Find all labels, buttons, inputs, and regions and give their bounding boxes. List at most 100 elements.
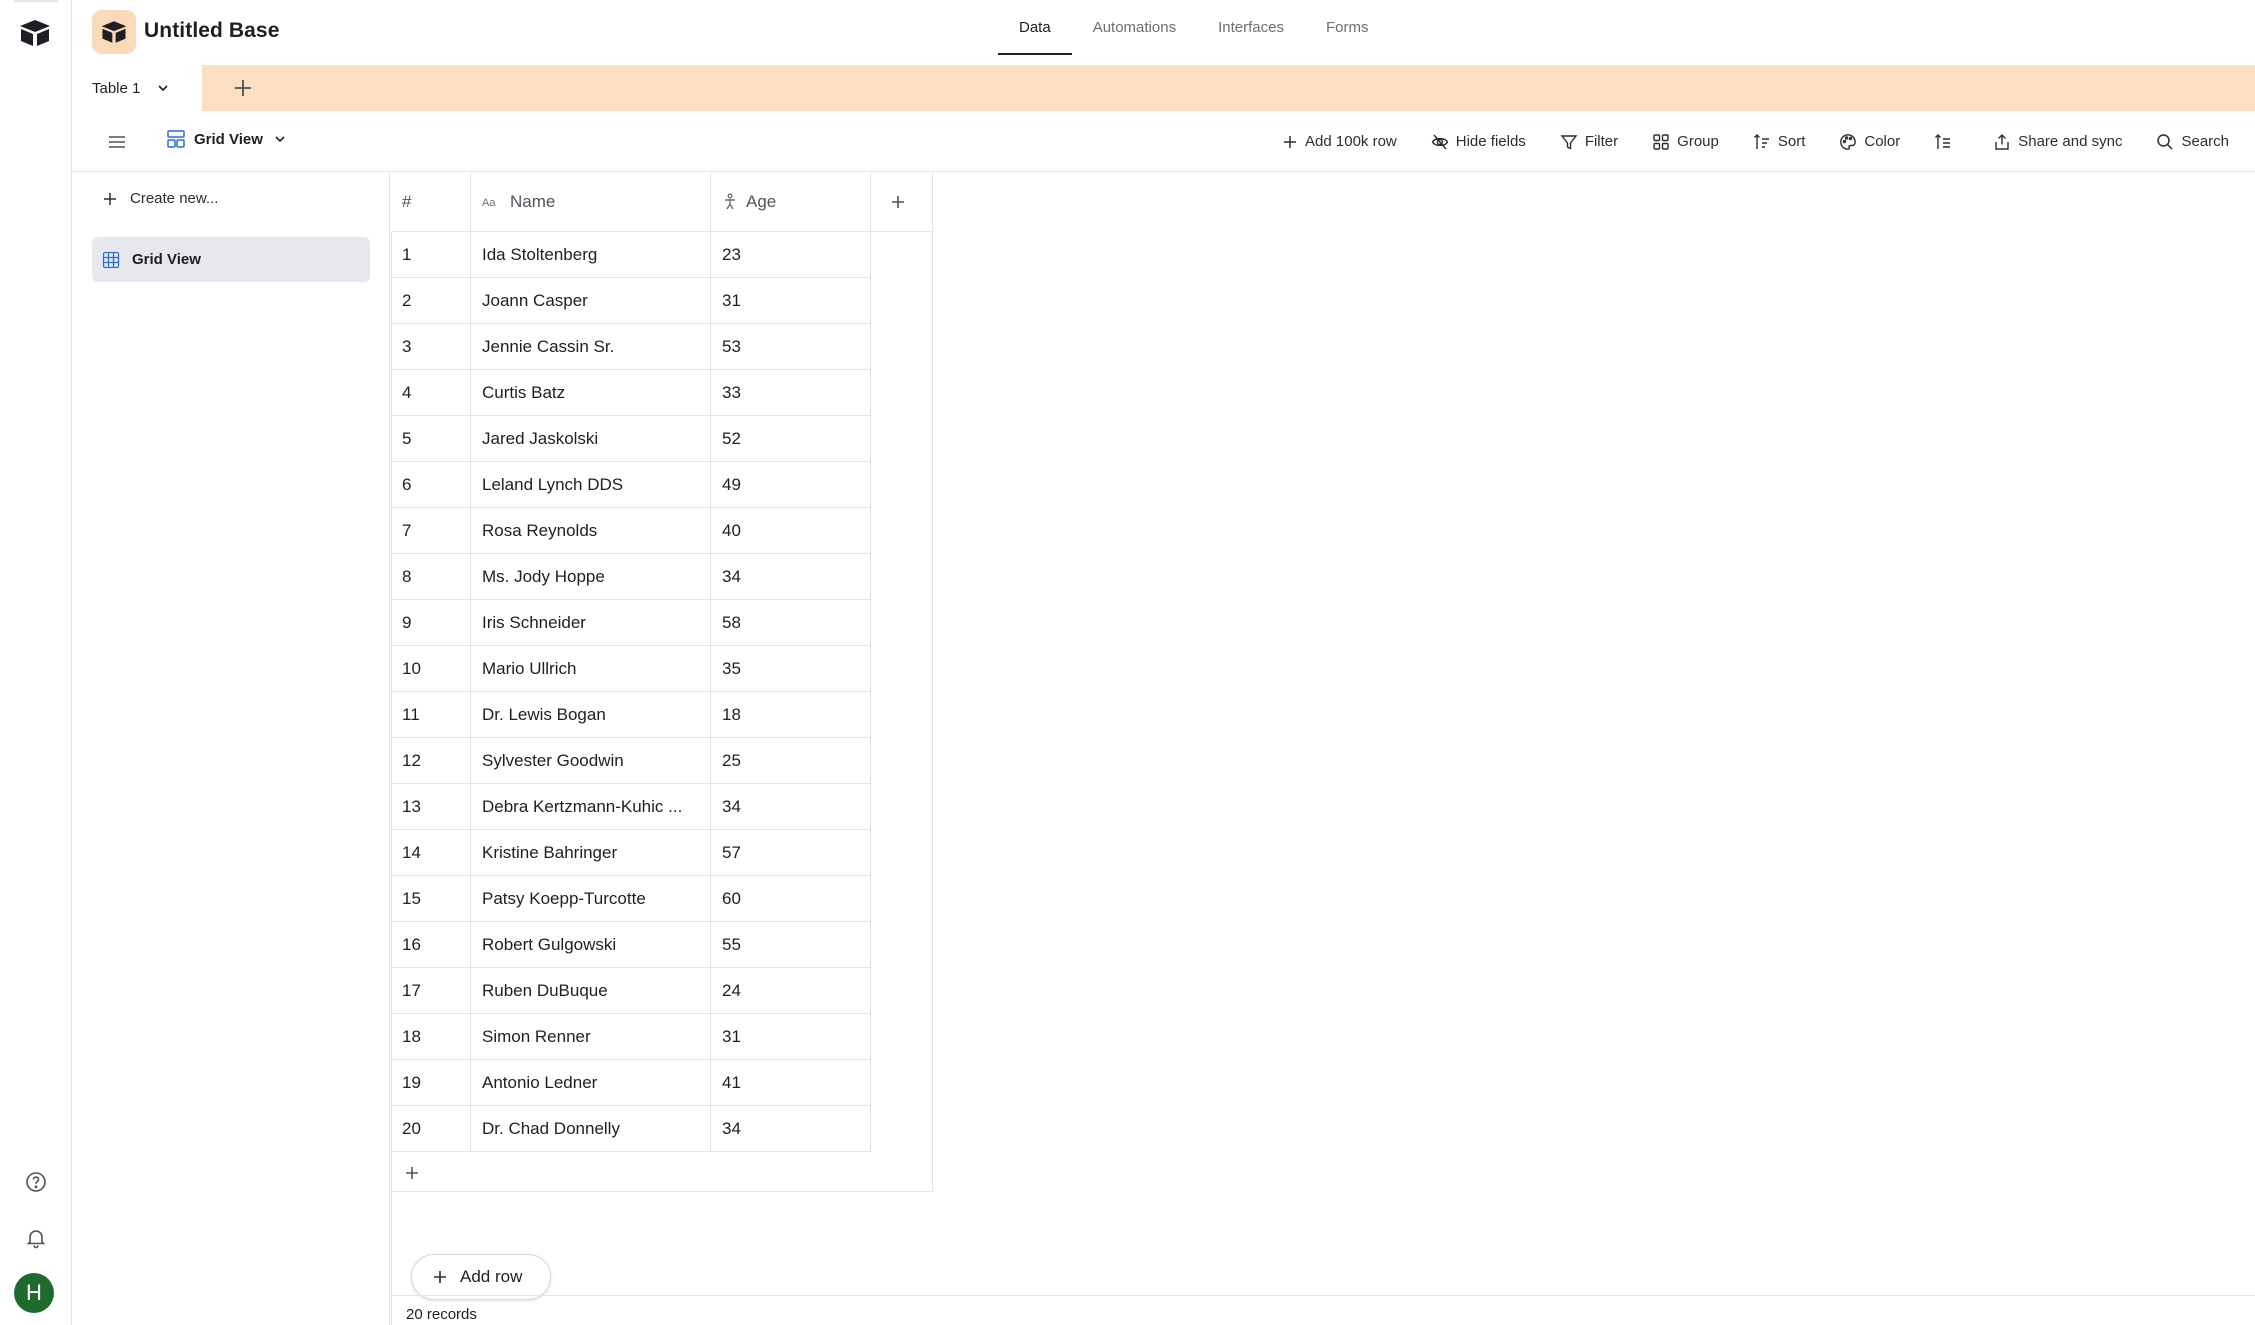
row-number-cell[interactable]: 13 <box>391 784 471 830</box>
name-cell[interactable]: Iris Schneider <box>471 600 711 646</box>
row-number-cell[interactable]: 12 <box>391 738 471 784</box>
table-row[interactable]: 11 Dr. Lewis Bogan 18 <box>391 692 871 738</box>
age-cell[interactable]: 23 <box>711 232 871 278</box>
row-number-cell[interactable]: 17 <box>391 968 471 1014</box>
row-number-cell[interactable]: 5 <box>391 416 471 462</box>
table-row[interactable]: 4 Curtis Batz 33 <box>391 370 871 416</box>
age-cell[interactable]: 60 <box>711 876 871 922</box>
color-button[interactable]: Color <box>1839 133 1900 151</box>
name-cell[interactable]: Mario Ullrich <box>471 646 711 692</box>
row-number-cell[interactable]: 1 <box>391 232 471 278</box>
table-row[interactable]: 14 Kristine Bahringer 57 <box>391 830 871 876</box>
name-cell[interactable]: Jared Jaskolski <box>471 416 711 462</box>
name-cell[interactable]: Patsy Koepp-Turcotte <box>471 876 711 922</box>
search-button[interactable]: Search <box>2156 133 2229 151</box>
column-header-number[interactable]: # <box>391 172 471 232</box>
column-header-age[interactable]: Age <box>711 172 871 232</box>
table-row[interactable]: 6 Leland Lynch DDS 49 <box>391 462 871 508</box>
name-cell[interactable]: Robert Gulgowski <box>471 922 711 968</box>
age-cell[interactable]: 55 <box>711 922 871 968</box>
table-row[interactable]: 17 Ruben DuBuque 24 <box>391 968 871 1014</box>
row-number-cell[interactable]: 20 <box>391 1106 471 1152</box>
name-cell[interactable]: Dr. Chad Donnelly <box>471 1106 711 1152</box>
age-cell[interactable]: 34 <box>711 554 871 600</box>
row-number-cell[interactable]: 16 <box>391 922 471 968</box>
table-row[interactable]: 5 Jared Jaskolski 52 <box>391 416 871 462</box>
user-avatar[interactable]: H <box>14 1273 54 1313</box>
hamburger-menu-icon[interactable] <box>106 131 128 153</box>
table-row[interactable]: 20 Dr. Chad Donnelly 34 <box>391 1106 871 1152</box>
base-icon[interactable] <box>92 10 136 54</box>
hide-fields-button[interactable]: Hide fields <box>1431 133 1526 151</box>
tab-data[interactable]: Data <box>998 0 1072 55</box>
table-row[interactable]: 12 Sylvester Goodwin 25 <box>391 738 871 784</box>
tab-automations[interactable]: Automations <box>1072 0 1197 55</box>
age-cell[interactable]: 33 <box>711 370 871 416</box>
age-cell[interactable]: 40 <box>711 508 871 554</box>
name-cell[interactable]: Ms. Jody Hoppe <box>471 554 711 600</box>
table-row[interactable]: 15 Patsy Koepp-Turcotte 60 <box>391 876 871 922</box>
table-tab-table-1[interactable]: Table 1 <box>72 65 202 111</box>
name-cell[interactable]: Leland Lynch DDS <box>471 462 711 508</box>
name-cell[interactable]: Ruben DuBuque <box>471 968 711 1014</box>
add-column-button[interactable] <box>871 172 933 232</box>
name-cell[interactable]: Simon Renner <box>471 1014 711 1060</box>
notification-bell-icon[interactable] <box>24 1226 48 1250</box>
add-row-button[interactable]: Add row <box>411 1254 551 1300</box>
name-cell[interactable]: Joann Casper <box>471 278 711 324</box>
age-cell[interactable]: 35 <box>711 646 871 692</box>
view-switcher[interactable]: Grid View <box>166 129 287 149</box>
help-icon[interactable] <box>24 1170 48 1194</box>
name-cell[interactable]: Antonio Ledner <box>471 1060 711 1106</box>
table-row[interactable]: 3 Jennie Cassin Sr. 53 <box>391 324 871 370</box>
age-cell[interactable]: 57 <box>711 830 871 876</box>
row-number-cell[interactable]: 15 <box>391 876 471 922</box>
row-number-cell[interactable]: 6 <box>391 462 471 508</box>
name-cell[interactable]: Sylvester Goodwin <box>471 738 711 784</box>
age-cell[interactable]: 31 <box>711 1014 871 1060</box>
table-row[interactable]: 10 Mario Ullrich 35 <box>391 646 871 692</box>
row-number-cell[interactable]: 9 <box>391 600 471 646</box>
age-cell[interactable]: 41 <box>711 1060 871 1106</box>
row-number-cell[interactable]: 10 <box>391 646 471 692</box>
age-cell[interactable]: 53 <box>711 324 871 370</box>
age-cell[interactable]: 31 <box>711 278 871 324</box>
name-cell[interactable]: Rosa Reynolds <box>471 508 711 554</box>
sort-button[interactable]: Sort <box>1753 133 1805 151</box>
age-cell[interactable]: 34 <box>711 784 871 830</box>
row-number-cell[interactable]: 18 <box>391 1014 471 1060</box>
table-row[interactable]: 16 Robert Gulgowski 55 <box>391 922 871 968</box>
base-title[interactable]: Untitled Base <box>144 19 280 43</box>
table-row[interactable]: 18 Simon Renner 31 <box>391 1014 871 1060</box>
filter-button[interactable]: Filter <box>1560 133 1618 151</box>
tab-interfaces[interactable]: Interfaces <box>1197 0 1305 55</box>
age-cell[interactable]: 18 <box>711 692 871 738</box>
age-cell[interactable]: 25 <box>711 738 871 784</box>
add-100k-row-button[interactable]: Add 100k row <box>1282 133 1397 150</box>
name-cell[interactable]: Curtis Batz <box>471 370 711 416</box>
name-cell[interactable]: Ida Stoltenberg <box>471 232 711 278</box>
table-row[interactable]: 7 Rosa Reynolds 40 <box>391 508 871 554</box>
tab-forms[interactable]: Forms <box>1305 0 1390 55</box>
row-number-cell[interactable]: 2 <box>391 278 471 324</box>
age-cell[interactable]: 49 <box>711 462 871 508</box>
table-row[interactable]: 8 Ms. Jody Hoppe 34 <box>391 554 871 600</box>
row-number-cell[interactable]: 4 <box>391 370 471 416</box>
table-row[interactable]: 19 Antonio Ledner 41 <box>391 1060 871 1106</box>
sidebar-item-grid-view[interactable]: Grid View <box>92 237 370 282</box>
chevron-down-icon[interactable] <box>156 81 170 95</box>
row-number-cell[interactable]: 3 <box>391 324 471 370</box>
name-cell[interactable]: Kristine Bahringer <box>471 830 711 876</box>
row-height-button[interactable] <box>1934 133 1959 151</box>
name-cell[interactable]: Debra Kertzmann-Kuhic ... <box>471 784 711 830</box>
table-row[interactable]: 2 Joann Casper 31 <box>391 278 871 324</box>
table-row[interactable]: 1 Ida Stoltenberg 23 <box>391 232 871 278</box>
table-row[interactable]: 9 Iris Schneider 58 <box>391 600 871 646</box>
name-cell[interactable]: Jennie Cassin Sr. <box>471 324 711 370</box>
create-new-view-button[interactable]: Create new... <box>102 190 218 207</box>
share-and-sync-button[interactable]: Share and sync <box>1993 133 2122 151</box>
add-row-inline-button[interactable] <box>391 1152 933 1192</box>
group-button[interactable]: Group <box>1652 133 1719 151</box>
column-header-name[interactable]: Aa Name <box>471 172 711 232</box>
age-cell[interactable]: 34 <box>711 1106 871 1152</box>
